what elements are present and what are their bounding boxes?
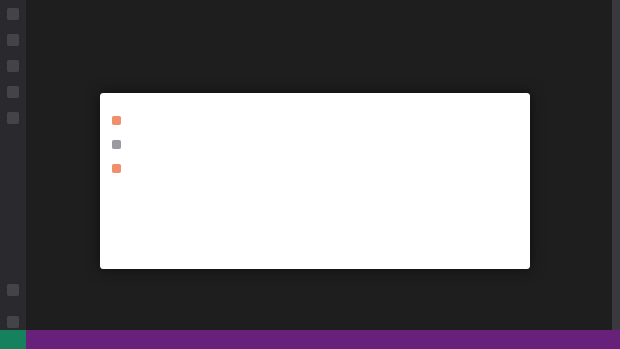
tip-item[interactable] [112, 139, 518, 149]
tips-panel [100, 93, 530, 269]
activity-bar [0, 0, 26, 338]
search-icon[interactable] [7, 34, 19, 46]
tip-item[interactable] [112, 115, 518, 125]
tip-bullet-icon [112, 116, 121, 125]
scrollbar[interactable] [612, 0, 620, 330]
explorer-icon[interactable] [7, 8, 19, 20]
tip-bullet-icon [112, 164, 121, 173]
account-icon[interactable] [7, 284, 19, 296]
source-control-icon[interactable] [7, 60, 19, 72]
gear-icon[interactable] [7, 316, 19, 328]
tip-bullet-icon [112, 140, 121, 149]
remote-indicator-icon[interactable] [0, 330, 26, 349]
extensions-icon[interactable] [7, 112, 19, 124]
status-bar [0, 330, 620, 349]
tip-item[interactable] [112, 163, 518, 173]
run-debug-icon[interactable] [7, 86, 19, 98]
